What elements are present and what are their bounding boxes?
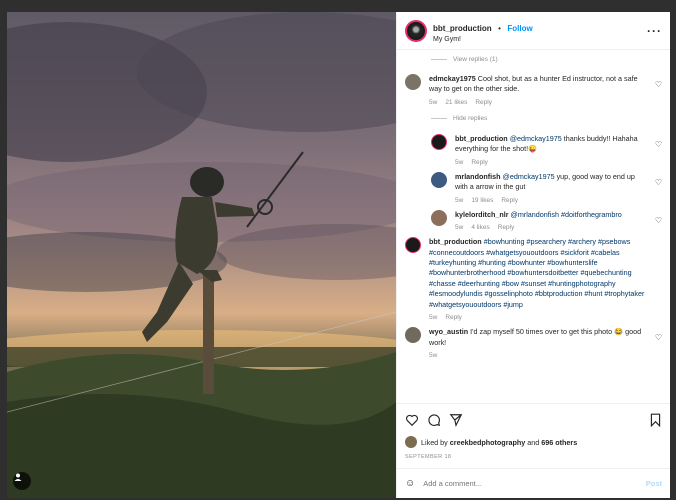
- comment-username[interactable]: edmckay1975: [429, 74, 476, 83]
- post-button[interactable]: Post: [646, 479, 662, 488]
- separator-dot: •: [498, 23, 501, 33]
- divider-bar: [431, 58, 447, 60]
- comment-hashtags[interactable]: #bowhunting #psearchery #archery #psebow…: [429, 237, 644, 309]
- heart-icon[interactable]: ♡: [655, 178, 662, 187]
- tagged-user-icon[interactable]: [13, 472, 31, 490]
- comment-age[interactable]: 5w: [429, 314, 437, 321]
- action-icons: [405, 410, 662, 430]
- share-icon[interactable]: [449, 413, 463, 427]
- comment-age[interactable]: 5w: [455, 224, 463, 231]
- likes-count[interactable]: 696 others: [541, 438, 577, 447]
- comment-item: wyo_austin I'd zap myself 50 times over …: [405, 327, 662, 359]
- reply-item: mrlandonfish @edmckay1975 yup, good way …: [431, 171, 662, 204]
- reply-button[interactable]: Reply: [471, 159, 488, 166]
- avatar[interactable]: [431, 133, 447, 150]
- comment-input[interactable]: [423, 479, 646, 488]
- avatar[interactable]: [405, 19, 427, 42]
- comment-age[interactable]: 5w: [429, 352, 437, 359]
- reply-item: bbt_production @edmckay1975 thanks buddy…: [431, 133, 662, 166]
- comment-username[interactable]: wyo_austin: [429, 327, 468, 336]
- avatar[interactable]: [431, 209, 447, 226]
- hide-replies-label[interactable]: Hide replies: [453, 115, 487, 122]
- post-photo[interactable]: [7, 12, 396, 498]
- comment-item: edmckay1975 Cool shot, but as a hunter E…: [405, 74, 662, 106]
- hide-replies-link[interactable]: Hide replies: [431, 110, 662, 128]
- comment-mention[interactable]: @edmckay1975: [503, 172, 555, 181]
- header-text: bbt_production • Follow My Gym!: [433, 17, 647, 45]
- comment-item: bbt_production #bowhunting #psearchery #…: [405, 237, 662, 321]
- follow-button[interactable]: Follow: [507, 24, 532, 33]
- comment-age[interactable]: 5w: [455, 197, 463, 204]
- avatar[interactable]: [431, 171, 447, 188]
- liked-by-prefix: Liked by: [421, 437, 448, 447]
- comment-hashtag[interactable]: #doitforthegrambro: [561, 210, 622, 219]
- view-replies-label[interactable]: View replies (1): [453, 56, 498, 63]
- liked-by-user[interactable]: creekbedphotography: [450, 438, 525, 447]
- like-icon[interactable]: [405, 413, 419, 427]
- emoji-icon[interactable]: ☺: [405, 478, 415, 489]
- comments-list[interactable]: View replies (1) edmckay1975 Cool shot, …: [397, 50, 670, 403]
- heart-icon[interactable]: ♡: [655, 80, 662, 89]
- comment-username[interactable]: bbt_production: [455, 134, 508, 143]
- comment-likes[interactable]: 19 likes: [471, 197, 493, 204]
- post-header: bbt_production • Follow My Gym! ···: [397, 12, 670, 50]
- post-date[interactable]: SEPTEMBER 18: [405, 454, 662, 460]
- more-options-icon[interactable]: ···: [647, 24, 662, 38]
- liked-by: Liked by creekbedphotography and 696 oth…: [405, 436, 662, 448]
- comment-mention[interactable]: @mrlandonfish: [511, 210, 559, 219]
- comment-age[interactable]: 5w: [429, 99, 437, 106]
- comment-likes[interactable]: 21 likes: [445, 99, 467, 106]
- comment-username[interactable]: kylelorditch_nlr: [455, 210, 509, 219]
- avatar[interactable]: [405, 436, 417, 448]
- liked-by-and: and: [527, 437, 540, 447]
- view-replies-link[interactable]: View replies (1): [431, 50, 662, 68]
- heart-icon[interactable]: ♡: [655, 333, 662, 342]
- bookmark-icon[interactable]: [649, 413, 662, 427]
- add-comment-bar: ☺ Post: [397, 468, 670, 498]
- photo-scene: [7, 12, 396, 498]
- divider-bar: [431, 118, 447, 120]
- heart-icon[interactable]: ♡: [655, 216, 662, 225]
- comment-mention[interactable]: @edmckay1975: [510, 134, 562, 143]
- avatar[interactable]: [405, 327, 421, 344]
- reply-button[interactable]: Reply: [445, 314, 462, 321]
- comment-icon[interactable]: [427, 413, 441, 427]
- comment-likes[interactable]: 4 likes: [471, 224, 489, 231]
- post-modal: bbt_production • Follow My Gym! ··· View…: [7, 12, 670, 498]
- post-actions: Liked by creekbedphotography and 696 oth…: [397, 403, 670, 460]
- comments-panel: bbt_production • Follow My Gym! ··· View…: [396, 12, 670, 498]
- avatar[interactable]: [405, 74, 421, 90]
- reply-button[interactable]: Reply: [475, 99, 492, 106]
- author-username[interactable]: bbt_production: [433, 24, 492, 33]
- comment-age[interactable]: 5w: [455, 159, 463, 166]
- post-location[interactable]: My Gym!: [433, 36, 647, 44]
- avatar[interactable]: [405, 237, 421, 254]
- comment-username[interactable]: bbt_production: [429, 237, 482, 246]
- reply-item: kylelorditch_nlr @mrlandonfish #doitfort…: [431, 209, 662, 231]
- reply-button[interactable]: Reply: [501, 197, 518, 204]
- comment-username[interactable]: mrlandonfish: [455, 172, 501, 181]
- heart-icon[interactable]: ♡: [655, 140, 662, 149]
- reply-button[interactable]: Reply: [498, 224, 515, 231]
